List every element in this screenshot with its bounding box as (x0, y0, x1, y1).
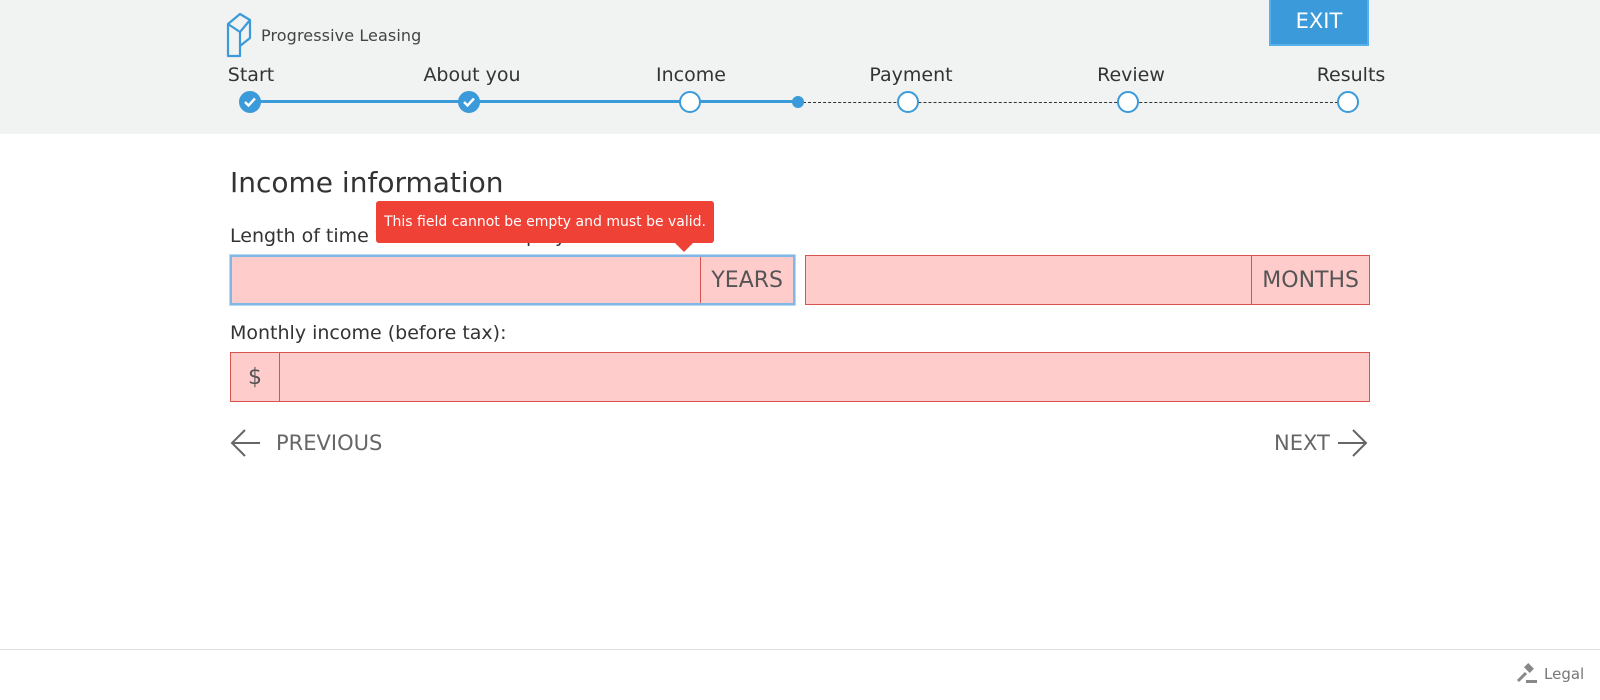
footer-divider (0, 649, 1600, 650)
gavel-icon (1516, 663, 1537, 683)
previous-label: PREVIOUS (276, 431, 383, 455)
years-input[interactable] (232, 257, 701, 303)
monthly-income-input[interactable] (280, 353, 1369, 401)
currency-addon: $ (231, 353, 280, 401)
monthly-income-input-group: $ (230, 352, 1370, 402)
step-label-income: Income (656, 64, 726, 86)
checkmark-icon (463, 97, 475, 107)
months-input-group: MONTHS (805, 255, 1370, 305)
legal-link[interactable]: Legal (1516, 663, 1584, 685)
previous-button[interactable]: PREVIOUS (230, 428, 382, 458)
step-node-income (679, 91, 701, 113)
brand-name: Progressive Leasing (261, 25, 422, 45)
legal-label: Legal (1544, 665, 1585, 683)
arrow-right-icon (1337, 429, 1368, 457)
exit-button[interactable]: EXIT (1269, 0, 1369, 46)
error-tooltip: This field cannot be empty and must be v… (376, 201, 714, 243)
monthly-income-label: Monthly income (before tax): (230, 322, 507, 344)
progress-track-upcoming (798, 102, 1348, 103)
step-node-start (239, 91, 261, 113)
progress-position-dot (792, 96, 804, 108)
checkmark-icon (244, 97, 256, 107)
step-node-about-you (458, 91, 480, 113)
progress-track-complete (250, 100, 798, 103)
error-tooltip-arrow (675, 243, 693, 252)
step-label-start: Start (227, 64, 275, 86)
step-node-results (1337, 91, 1359, 113)
header-bar: Progressive Leasing EXIT Start About you… (0, 0, 1600, 134)
months-unit-addon: MONTHS (1251, 256, 1369, 304)
step-label-payment: Payment (869, 64, 953, 86)
years-unit-addon: YEARS (700, 257, 793, 303)
step-label-about-you: About you (423, 64, 521, 86)
next-button[interactable]: NEXT (1274, 428, 1368, 458)
years-input-group: YEARS (230, 255, 795, 305)
page-title: Income information (230, 166, 504, 199)
brand-logo[interactable]: Progressive Leasing (226, 12, 421, 58)
step-node-review (1117, 91, 1139, 113)
progressive-logo-icon (226, 12, 252, 58)
step-label-results: Results (1316, 64, 1386, 86)
months-input[interactable] (806, 256, 1252, 304)
next-label: NEXT (1274, 431, 1330, 455)
step-node-payment (897, 91, 919, 113)
step-label-review: Review (1097, 64, 1165, 86)
arrow-left-icon (230, 429, 260, 457)
